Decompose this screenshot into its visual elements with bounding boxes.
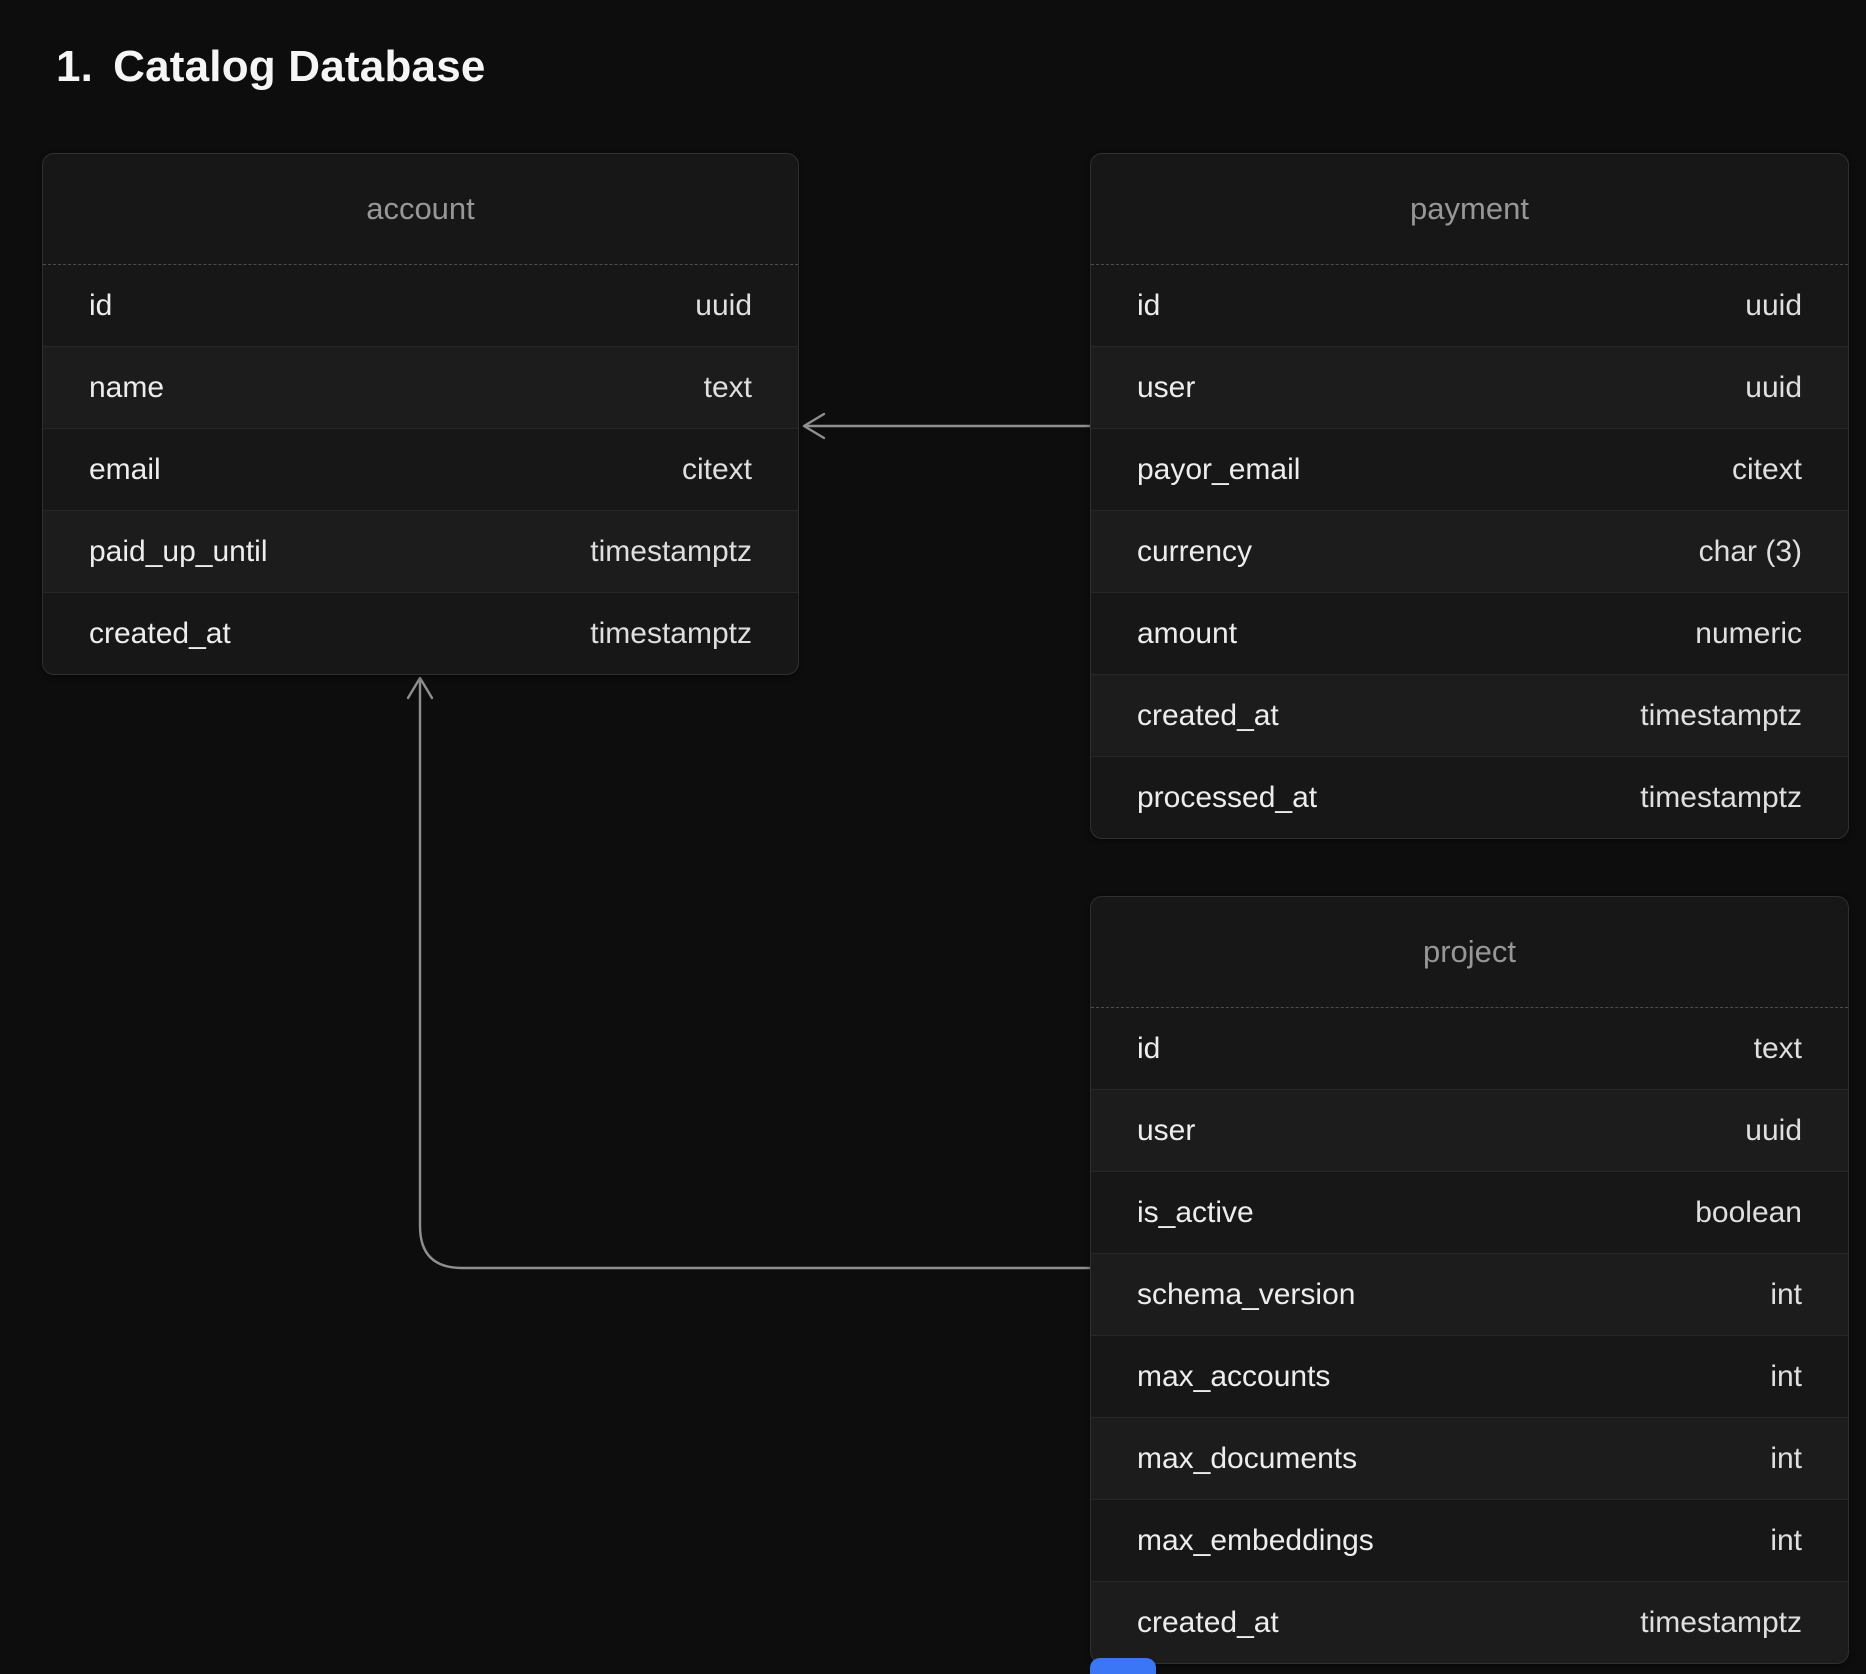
field-type: citext: [682, 453, 752, 487]
field-type: boolean: [1695, 1196, 1802, 1230]
page-title-number: 1.: [56, 42, 93, 92]
field-name: id: [1137, 1032, 1160, 1066]
field-name: schema_version: [1137, 1278, 1355, 1312]
page-title: 1. Catalog Database: [56, 42, 486, 92]
table-row: id text: [1091, 1008, 1848, 1089]
field-type: uuid: [1745, 1114, 1802, 1148]
relationship-payment-account: [804, 414, 1090, 438]
field-type: char (3): [1699, 535, 1802, 569]
field-name: max_documents: [1137, 1442, 1357, 1476]
table-row: payor_email citext: [1091, 428, 1848, 510]
field-name: user: [1137, 371, 1195, 405]
field-type: timestamptz: [590, 617, 752, 651]
field-type: citext: [1732, 453, 1802, 487]
field-type: uuid: [1745, 371, 1802, 405]
table-row: id uuid: [43, 265, 798, 346]
field-type: numeric: [1695, 617, 1802, 651]
field-name: name: [89, 371, 164, 405]
field-name: processed_at: [1137, 781, 1317, 815]
table-account-name: account: [43, 154, 798, 265]
field-name: amount: [1137, 617, 1237, 651]
field-type: text: [704, 371, 752, 405]
table-row: max_embeddings int: [1091, 1499, 1848, 1581]
table-row: name text: [43, 346, 798, 428]
field-name: created_at: [1137, 699, 1279, 733]
table-account-rows: id uuid name text email citext paid_up_u…: [43, 265, 798, 674]
field-type: timestamptz: [590, 535, 752, 569]
field-type: int: [1770, 1278, 1802, 1312]
field-name: currency: [1137, 535, 1252, 569]
table-row: user uuid: [1091, 346, 1848, 428]
table-row: amount numeric: [1091, 592, 1848, 674]
table-project-name: project: [1091, 897, 1848, 1008]
table-project-rows: id text user uuid is_active boolean sche…: [1091, 1008, 1848, 1663]
table-row: is_active boolean: [1091, 1171, 1848, 1253]
field-type: timestamptz: [1640, 699, 1802, 733]
table-row: schema_version int: [1091, 1253, 1848, 1335]
table-row: created_at timestamptz: [43, 592, 798, 674]
field-type: int: [1770, 1524, 1802, 1558]
table-row: currency char (3): [1091, 510, 1848, 592]
diagram-canvas: 1. Catalog Database account id uuid name…: [0, 0, 1866, 1674]
field-type: int: [1770, 1442, 1802, 1476]
table-row: max_accounts int: [1091, 1335, 1848, 1417]
partial-table-peek[interactable]: [1090, 1658, 1156, 1674]
field-name: max_embeddings: [1137, 1524, 1374, 1558]
field-name: is_active: [1137, 1196, 1254, 1230]
field-name: user: [1137, 1114, 1195, 1148]
table-row: created_at timestamptz: [1091, 674, 1848, 756]
table-row: email citext: [43, 428, 798, 510]
table-project[interactable]: project id text user uuid is_active bool…: [1090, 896, 1849, 1664]
table-account[interactable]: account id uuid name text email citext p…: [42, 153, 799, 675]
table-row: max_documents int: [1091, 1417, 1848, 1499]
relationship-project-account: [408, 678, 1090, 1268]
field-type: timestamptz: [1640, 1606, 1802, 1640]
table-payment[interactable]: payment id uuid user uuid payor_email ci…: [1090, 153, 1849, 839]
table-row: created_at timestamptz: [1091, 1581, 1848, 1663]
table-payment-rows: id uuid user uuid payor_email citext cur…: [1091, 265, 1848, 838]
field-type: uuid: [1745, 289, 1802, 323]
field-name: id: [1137, 289, 1160, 323]
field-type: text: [1754, 1032, 1802, 1066]
table-row: user uuid: [1091, 1089, 1848, 1171]
field-name: max_accounts: [1137, 1360, 1330, 1394]
field-type: int: [1770, 1360, 1802, 1394]
field-name: id: [89, 289, 112, 323]
field-type: uuid: [695, 289, 752, 323]
field-name: created_at: [1137, 1606, 1279, 1640]
field-name: created_at: [89, 617, 231, 651]
page-title-text: Catalog Database: [113, 42, 485, 92]
table-row: id uuid: [1091, 265, 1848, 346]
field-name: email: [89, 453, 161, 487]
field-name: payor_email: [1137, 453, 1300, 487]
table-row: paid_up_until timestamptz: [43, 510, 798, 592]
field-type: timestamptz: [1640, 781, 1802, 815]
table-row: processed_at timestamptz: [1091, 756, 1848, 838]
field-name: paid_up_until: [89, 535, 268, 569]
table-payment-name: payment: [1091, 154, 1848, 265]
